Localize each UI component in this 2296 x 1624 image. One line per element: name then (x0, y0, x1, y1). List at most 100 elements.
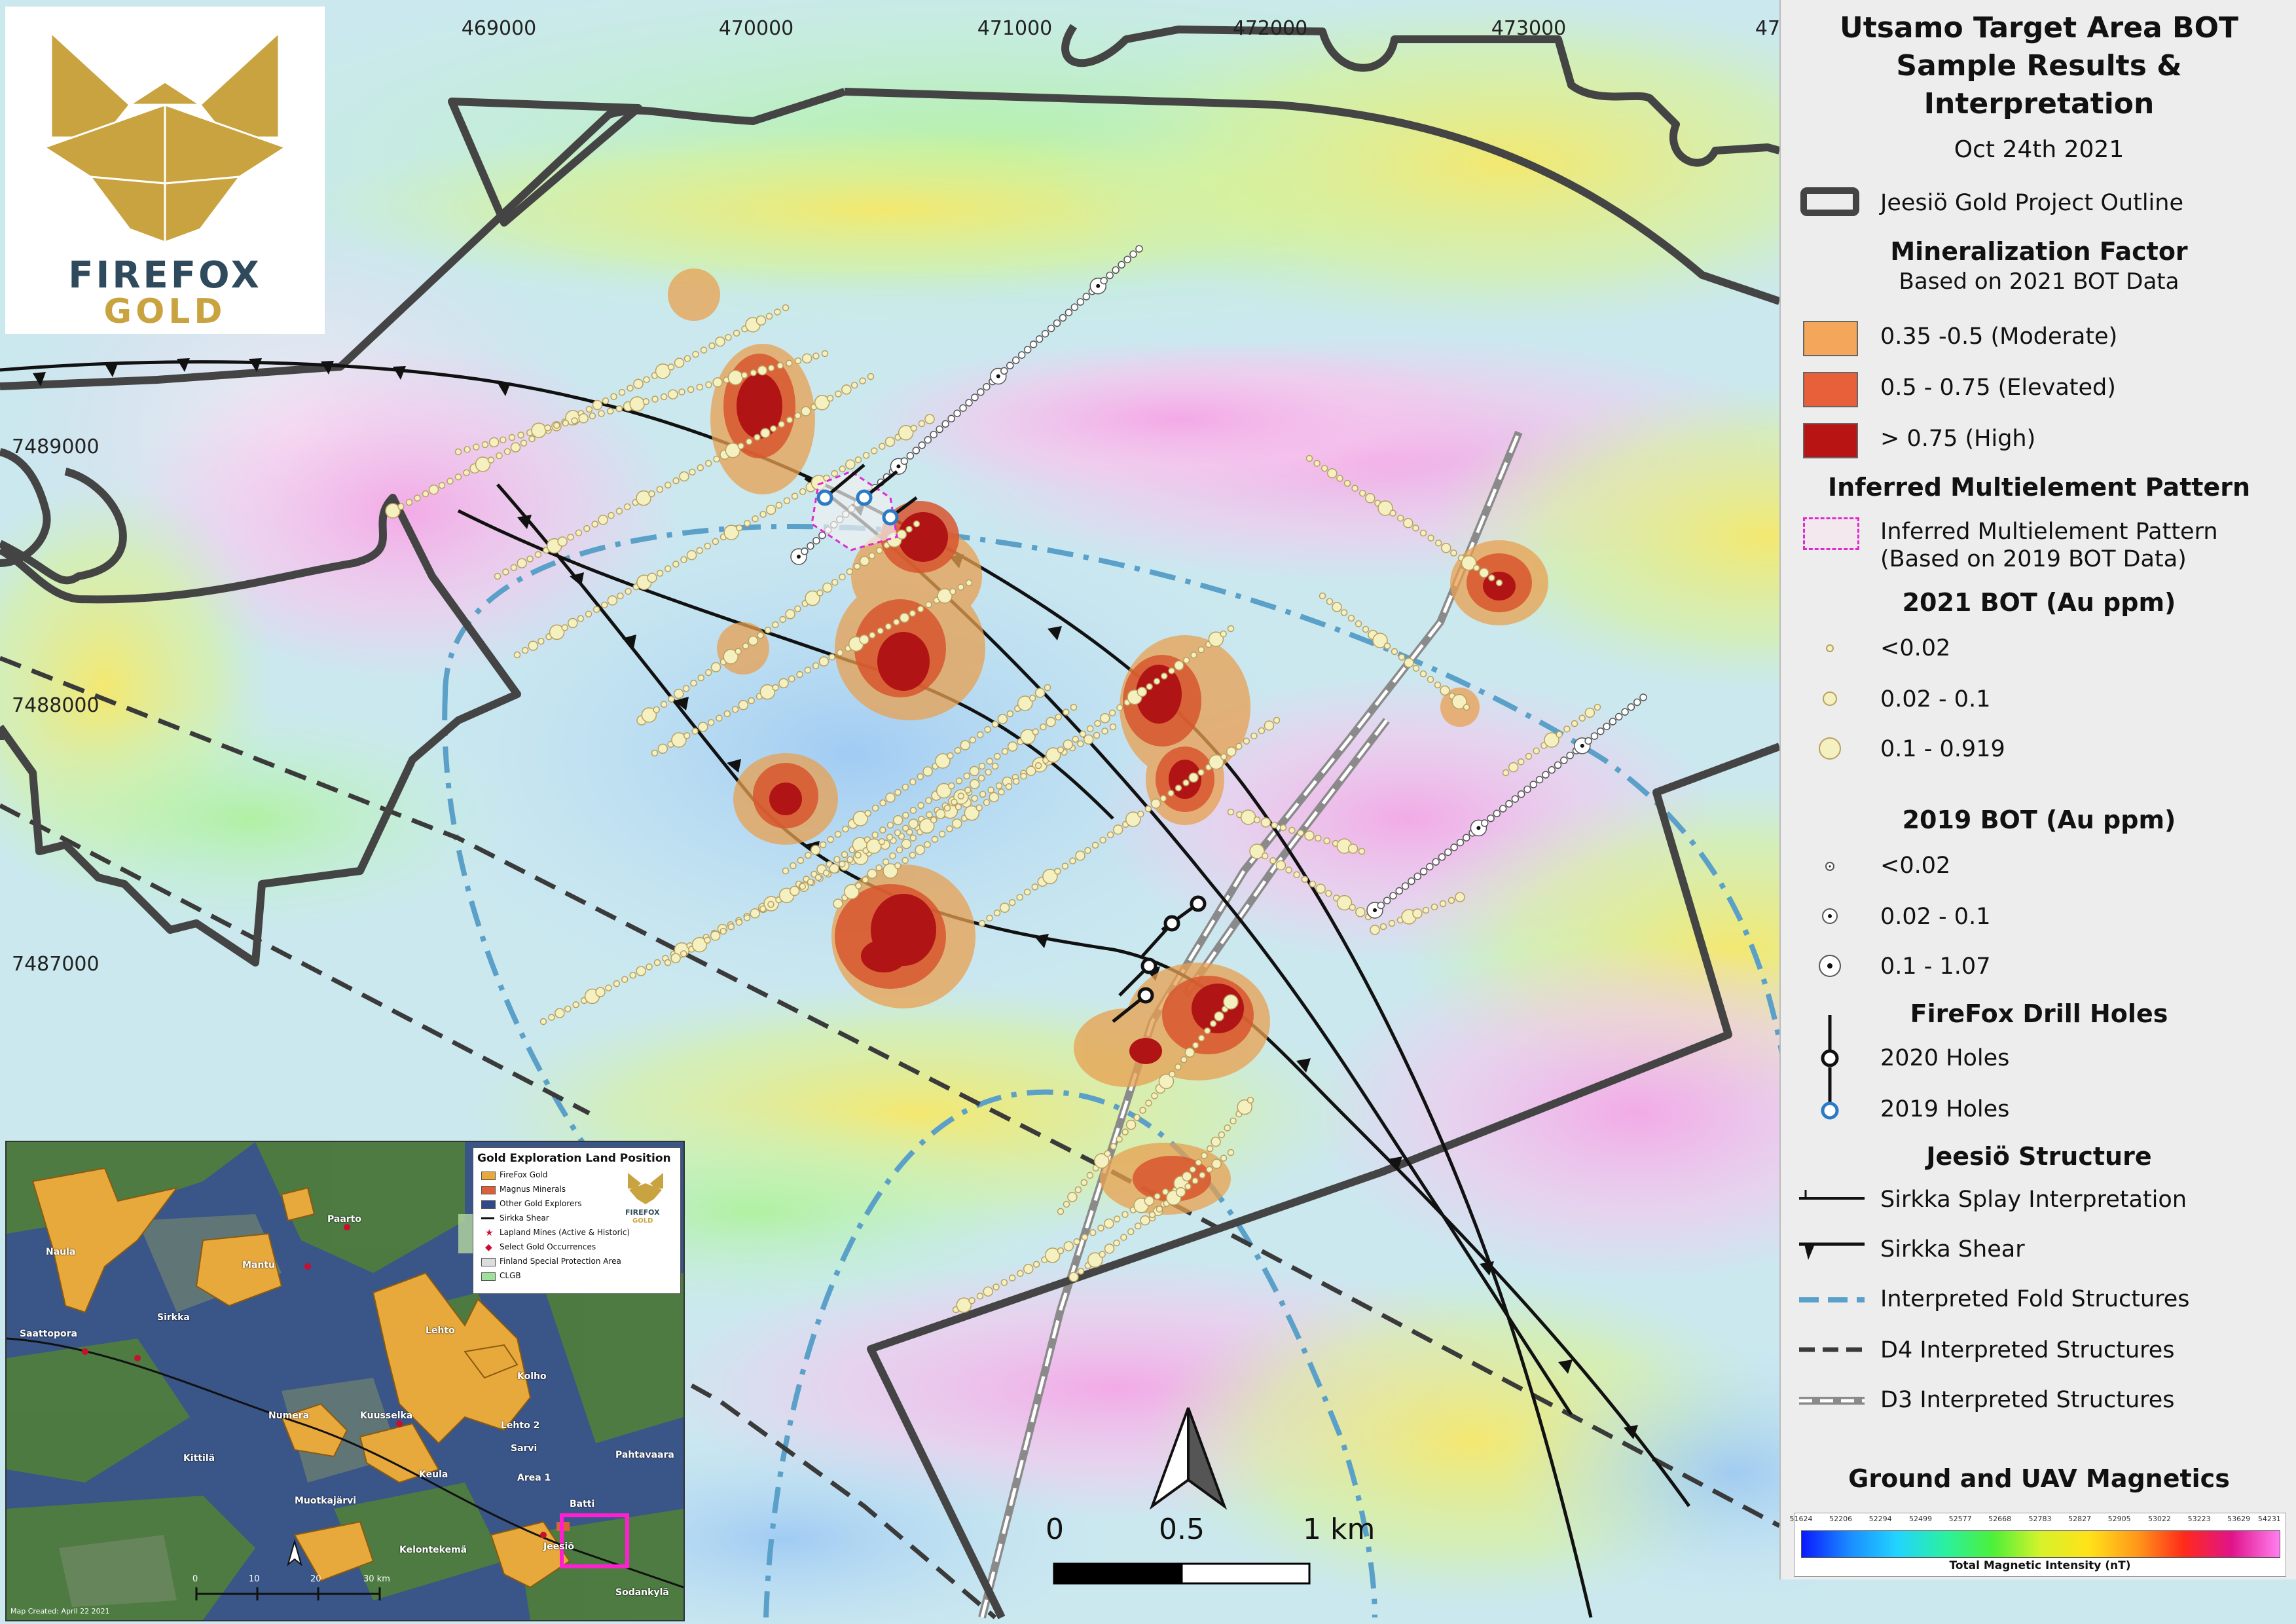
bot-2021-point (674, 688, 684, 699)
inset-scale-label: 0 (192, 1574, 198, 1584)
bot-2021-point (660, 393, 668, 401)
bot-2021-point (1327, 468, 1338, 479)
bot-2021-point (834, 830, 842, 838)
drill-title: FireFox Drill Holes (1910, 999, 2168, 1028)
bot-2021-point (775, 502, 783, 509)
bot-2021-point (1168, 667, 1175, 674)
bot-2021-point (1104, 1244, 1115, 1254)
colorbar-tick: 53022 (2148, 1515, 2171, 1523)
bot-2019-point (1432, 858, 1440, 866)
bot-2021-point (1154, 1192, 1161, 1200)
bot-2021-point (999, 902, 1010, 913)
bot-2019-point (1053, 319, 1061, 327)
bot-2021-point (743, 914, 751, 921)
bot-2021-point (595, 987, 606, 997)
bot-2021-point (1097, 1225, 1104, 1232)
bot-2021-point (1250, 732, 1258, 740)
bot-2021-point (1086, 725, 1094, 733)
bot-2021-point (828, 654, 836, 661)
bot-2021-point (845, 459, 856, 470)
bot-2021-point (875, 864, 883, 872)
bot-2019-point-center (1096, 284, 1101, 288)
inset-fox-logo-icon (628, 1173, 663, 1204)
bot-2021-point (915, 845, 925, 855)
bot-2021-point (1224, 1124, 1231, 1132)
bot-2021-point (1533, 747, 1540, 754)
bot-2021-point (1091, 841, 1099, 849)
inset-map[interactable]: Naula Mantu Paarto Lehto Kolho Numera Ku… (5, 1141, 685, 1621)
bot-2021-point (794, 357, 802, 365)
bot-2019-point (1444, 848, 1452, 857)
bot-2021-point (1518, 758, 1525, 766)
bot-2021-point (1365, 493, 1376, 504)
bot-2021-point (909, 807, 917, 814)
bot-2021-point (1145, 1099, 1152, 1107)
bot-2021-point (517, 432, 524, 439)
bot-2021-point (1226, 746, 1237, 757)
bot-2021-point (1355, 907, 1366, 917)
scale-bar (1053, 1562, 1311, 1585)
bot-2021-point (562, 419, 570, 427)
bot-2021-point (859, 634, 869, 645)
bot-2021-point (807, 878, 814, 886)
bot-2021-point (710, 662, 721, 673)
bot-2021-point (979, 790, 987, 798)
bot-2021-point (555, 1008, 565, 1018)
bot-2021-point (513, 651, 521, 659)
x-coord-label: 469000 (461, 17, 537, 40)
bot-2021-point (503, 448, 511, 455)
bot-2021-point (642, 397, 650, 405)
bot-2021-point (804, 667, 812, 674)
bot-2021-point (1313, 460, 1321, 467)
structure-item-1: Sirkka Splay Interpretation (1880, 1187, 2187, 1213)
bot-2021-point (1230, 1117, 1237, 1125)
bot-2019-point-center (1476, 826, 1481, 830)
bot-2021-point (561, 624, 568, 631)
inset-place-label: Lehto (426, 1325, 455, 1336)
bot-2021-point (1150, 798, 1161, 809)
magnetics-title: Ground and UAV Magnetics (1848, 1464, 2230, 1493)
bot-2021-point (839, 573, 846, 581)
bot-2021-point (987, 786, 994, 794)
bot-2021-point (1197, 646, 1205, 654)
bot-2021-point (598, 515, 608, 525)
bot-2021-point (1125, 1119, 1137, 1130)
outline-swatch (1800, 187, 1859, 216)
bot-2019-point (953, 409, 961, 417)
bot-2021-point (651, 396, 659, 403)
bot-2021-point (1434, 681, 1442, 689)
bot-2021-point (664, 565, 672, 572)
bot-2021-point (764, 626, 772, 634)
bot-2021-point (819, 841, 827, 849)
bot-2021-point (963, 772, 970, 780)
bot-2021-point (464, 446, 471, 453)
bot-2019-point (1082, 293, 1091, 301)
company-logo: FIREFOX GOLD (5, 7, 325, 334)
bot-2021-point (1109, 723, 1117, 731)
bot-2021-point (648, 490, 655, 498)
colorbar-tick: 52668 (1988, 1515, 2012, 1523)
bot-2021-point (924, 414, 935, 424)
bot-2021-point (678, 388, 685, 396)
legend-title-line1: Utsamo Target Area BOT (1839, 11, 2239, 45)
bot-2021-point (954, 747, 962, 754)
bot-2021-point (598, 410, 605, 417)
bot-2021-point (984, 726, 991, 733)
bot2019-medium-icon (1822, 908, 1838, 924)
bot-2021-point (925, 797, 932, 804)
bot-2021-point (502, 568, 509, 576)
bot-2021-point (991, 762, 999, 770)
bot-2019-point (1118, 261, 1125, 269)
bot-2019-point (1621, 708, 1629, 716)
bot-2021-point (617, 592, 624, 600)
bot-2021-point (1182, 779, 1190, 786)
bot-2021-point (995, 782, 1003, 790)
bot-2019-point (930, 430, 938, 439)
bot-2021-point (605, 984, 612, 991)
bot-2021-point (1430, 903, 1438, 911)
bot-2021-point (1275, 860, 1286, 871)
bot-2021-point (696, 547, 703, 555)
bot-2021-point (801, 353, 812, 364)
bot-2019-point (1017, 351, 1026, 359)
bot-2021-point (1403, 518, 1413, 528)
